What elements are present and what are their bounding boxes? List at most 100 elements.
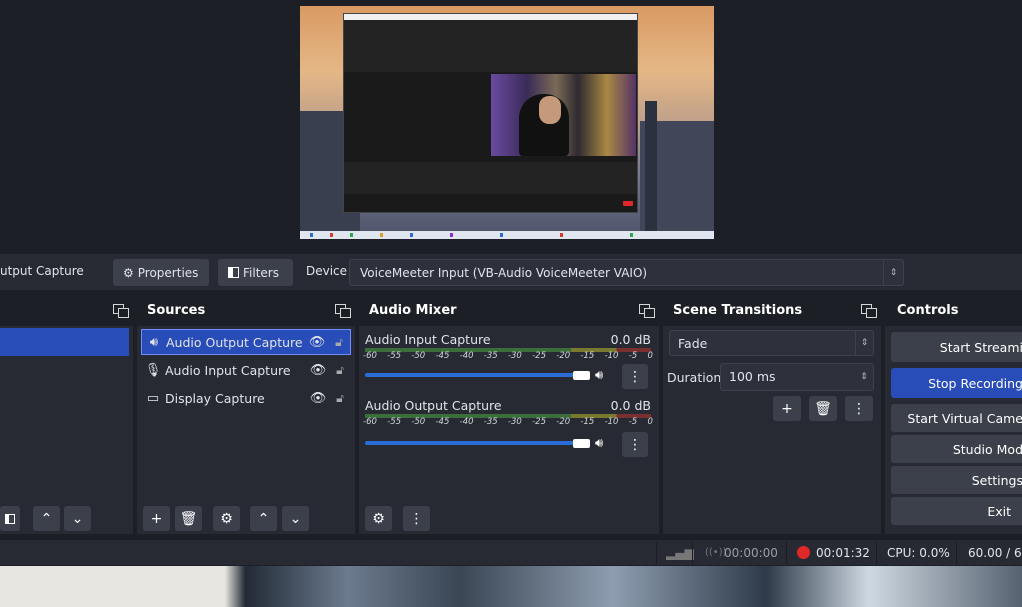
mixer-channel-menu-button[interactable]: ⋮ — [622, 432, 648, 457]
microphone-icon: 🎙︎ — [144, 362, 162, 378]
meter-tick-label: 0 — [647, 417, 653, 427]
lock-icon[interactable]: 🔓︎ — [328, 335, 350, 350]
meter-tick-label: -40 — [459, 351, 474, 361]
meter-tick-label: -10 — [604, 417, 619, 427]
undock-icon[interactable] — [335, 304, 351, 318]
trash-icon: 🗑︎ — [814, 400, 832, 417]
preview-canvas[interactable] — [300, 6, 714, 239]
filters-button[interactable]: Filters — [218, 259, 293, 286]
transition-value: Fade — [678, 336, 708, 351]
visibility-eye-icon[interactable]: 👁︎ — [307, 363, 329, 378]
spin-arrows-icon[interactable]: ⇕ — [855, 364, 873, 390]
properties-button[interactable]: ⚙ Properties — [113, 259, 209, 286]
scene-transitions-header: Scene Transitions — [663, 296, 881, 326]
filter-icon — [5, 513, 15, 524]
settings-button[interactable]: Settings — [891, 466, 1022, 494]
mixer-channel-name: Audio Input Capture — [365, 332, 491, 347]
scene-transitions-title: Scene Transitions — [673, 303, 803, 318]
source-label: Audio Input Capture — [165, 362, 291, 378]
meter-tick-label: -20 — [556, 417, 571, 427]
add-source-button[interactable]: + — [143, 506, 170, 531]
transition-menu-button[interactable]: ⋮ — [845, 396, 873, 421]
chevron-up-icon: ⌃ — [257, 510, 270, 527]
device-label: Device — [306, 264, 348, 278]
meter-tick-label: -55 — [387, 417, 402, 427]
volume-slider-knob[interactable] — [573, 371, 590, 380]
speaker-mute-icon[interactable]: 🔊︎ — [595, 436, 603, 451]
sources-dock: Sources 🔊︎ Audio Output Capture 👁︎ 🔓︎ 🎙︎… — [137, 296, 355, 534]
advanced-audio-button[interactable]: ⚙ — [365, 506, 392, 531]
lock-icon[interactable]: 🔓︎ — [329, 363, 351, 378]
chevron-down-icon: ⌄ — [71, 510, 84, 527]
plus-icon: + — [781, 400, 793, 417]
visibility-eye-icon[interactable]: 👁︎ — [306, 335, 328, 350]
source-move-up-button[interactable]: ⌃ — [250, 506, 277, 531]
selected-source-name: utput Capture — [0, 264, 84, 278]
scene-filter-button[interactable] — [0, 506, 20, 531]
plus-icon: + — [150, 510, 163, 527]
gear-icon: ⚙ — [123, 265, 134, 280]
source-properties-button[interactable]: ⚙ — [213, 506, 240, 531]
captured-window — [343, 13, 638, 213]
scene-move-down-button[interactable]: ⌄ — [64, 506, 91, 531]
more-vertical-icon: ⋮ — [628, 436, 642, 453]
meter-tick-label: -50 — [411, 351, 426, 361]
source-item-audio-input-capture[interactable]: 🎙︎ Audio Input Capture 👁︎ 🔓︎ — [141, 357, 351, 383]
visibility-eye-icon[interactable]: 👁︎ — [307, 391, 329, 406]
trash-icon: 🗑︎ — [179, 510, 198, 527]
meter-tick-label: -45 — [435, 417, 450, 427]
start-streaming-button[interactable]: Start Streami — [891, 332, 1022, 362]
source-item-audio-output-capture[interactable]: 🔊︎ Audio Output Capture 👁︎ 🔓︎ — [141, 329, 351, 355]
studio-mode-button[interactable]: Studio Mod — [891, 435, 1022, 463]
mixer-channel-menu-button[interactable]: ⋮ — [622, 364, 648, 389]
chevron-down-icon: ⌄ — [289, 510, 302, 527]
audio-mixer-body: Audio Input Capture 0.0 dB -60 -55 -50 -45-… — [359, 326, 659, 534]
stop-recording-button[interactable]: Stop Recording — [891, 368, 1022, 398]
speaker-mute-icon[interactable]: 🔊︎ — [595, 368, 603, 383]
lock-icon[interactable]: 🔓︎ — [329, 391, 351, 406]
source-move-down-button[interactable]: ⌄ — [282, 506, 309, 531]
undock-icon[interactable] — [113, 304, 129, 318]
audio-mixer-dock: Audio Mixer Audio Input Capture 0.0 dB -… — [359, 296, 659, 534]
mixer-menu-button[interactable]: ⋮ — [403, 506, 430, 531]
meter-tick-label: -55 — [387, 351, 402, 361]
volume-slider-knob[interactable] — [573, 439, 590, 448]
device-select[interactable]: VoiceMeeter Input (VB-Audio VoiceMeeter … — [349, 259, 904, 286]
transition-select[interactable]: Fade ⇕ — [669, 330, 874, 356]
fps-readout: 60.00 / 60 — [968, 546, 1022, 560]
meter-tick-label: -35 — [483, 351, 498, 361]
duration-spinbox[interactable]: 100 ms ⇕ — [720, 363, 874, 391]
meter-tick-label: -35 — [483, 417, 498, 427]
undock-icon[interactable] — [861, 304, 877, 318]
more-vertical-icon: ⋮ — [852, 400, 866, 417]
preview-area[interactable] — [0, 0, 1022, 250]
meter-tick-label: -5 — [628, 351, 638, 361]
source-item-display-capture[interactable]: ▭ Display Capture 👁︎ 🔓︎ — [141, 385, 351, 411]
undock-icon[interactable] — [639, 304, 655, 318]
remove-transition-button[interactable]: 🗑︎ — [809, 396, 837, 421]
meter-tick-label: -5 — [628, 417, 638, 427]
stream-time: 00:00:00 — [724, 546, 778, 560]
source-toolbar: utput Capture ⚙ Properties Filters Devic… — [0, 254, 1022, 290]
gear-icon: ⚙ — [220, 510, 233, 527]
exit-button[interactable]: Exit — [891, 497, 1022, 525]
mixer-channel-name: Audio Output Capture — [365, 398, 502, 413]
scene-item-selected[interactable] — [0, 328, 129, 356]
preview-skyline — [645, 101, 657, 231]
scene-transitions-dock: Scene Transitions Fade ⇕ Duration 100 ms… — [663, 296, 881, 534]
volume-slider[interactable] — [365, 373, 585, 377]
meter-tick-label: -60 — [363, 351, 377, 361]
scenes-header — [0, 296, 133, 326]
select-arrows-icon: ⇕ — [855, 331, 873, 355]
monitor-icon: ▭ — [146, 390, 160, 406]
scenes-list: ⌃ ⌄ — [0, 326, 133, 534]
add-transition-button[interactable]: + — [773, 396, 801, 421]
start-virtual-camera-button[interactable]: Start Virtual Came — [891, 404, 1022, 432]
volume-slider[interactable] — [365, 441, 585, 445]
end-call-icon — [623, 201, 633, 206]
captured-window-toolbar — [344, 194, 637, 212]
remove-source-button[interactable]: 🗑︎ — [175, 506, 202, 531]
meter-tick-label: -25 — [532, 417, 546, 427]
webcam-face — [539, 96, 561, 124]
scene-move-up-button[interactable]: ⌃ — [33, 506, 60, 531]
